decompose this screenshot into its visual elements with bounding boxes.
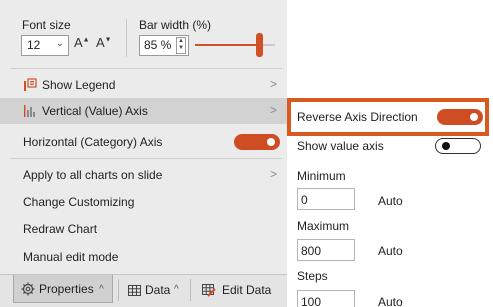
menu-item-show-legend[interactable]: Show Legend > — [0, 72, 287, 98]
grow-font-button[interactable]: A▲ — [74, 35, 90, 50]
tab-label: Edit Data — [222, 283, 272, 297]
menu-item-redraw-chart[interactable]: Redraw Chart — [0, 216, 287, 242]
table-icon — [128, 285, 141, 296]
menu-item-label: Change Customizing — [23, 195, 135, 209]
tab-divider — [190, 279, 191, 301]
steps-input[interactable]: 100 — [297, 290, 355, 307]
bottom-tab-bar: Properties ^ Data ^ Edit Data — [0, 274, 287, 307]
chevron-right-icon: > — [270, 103, 278, 117]
horizontal-axis-toggle[interactable] — [234, 134, 280, 150]
menu-item-label: Horizontal (Category) Axis — [23, 135, 163, 149]
tab-properties[interactable]: Properties ^ — [13, 275, 113, 303]
minimum-label: Minimum — [297, 169, 346, 183]
reverse-axis-highlight — [287, 98, 489, 136]
bar-width-label: Bar width (%) — [139, 18, 212, 32]
menu-item-vertical-axis[interactable]: Vertical (Value) Axis > — [0, 98, 287, 124]
minimum-auto-label: Auto — [378, 194, 403, 208]
menu-item-label: Redraw Chart — [23, 222, 98, 236]
menu-item-label: Vertical (Value) Axis — [42, 104, 148, 118]
maximum-label: Maximum — [297, 219, 350, 233]
minimum-input[interactable]: 0 — [297, 188, 355, 210]
formatting-toolbar: Font size 12 ⌄ A▲ A▼ Bar width (%) 85 % … — [0, 0, 287, 70]
bar-width-slider[interactable] — [195, 44, 275, 46]
show-value-axis-label: Show value axis — [297, 139, 384, 153]
chevron-right-icon: > — [270, 167, 278, 181]
chevron-right-icon: > — [270, 77, 278, 91]
tab-label: Properties — [39, 282, 94, 296]
tab-label: Data — [145, 283, 171, 297]
maximum-input[interactable]: 800 — [297, 239, 355, 261]
tab-data[interactable]: Data ^ — [124, 275, 188, 307]
toolbar-divider — [126, 19, 127, 57]
menu-item-horizontal-axis[interactable]: Horizontal (Category) Axis — [0, 129, 287, 155]
show-value-axis-toggle[interactable] — [435, 138, 481, 154]
bar-width-value: 85 % — [144, 38, 172, 52]
menu-item-label: Apply to all charts on slide — [23, 168, 163, 182]
menu-item-change-customizing[interactable]: Change Customizing — [0, 189, 287, 215]
bar-width-slider-fill — [195, 44, 263, 46]
edit-table-icon — [202, 284, 216, 297]
font-size-label: Font size — [22, 18, 71, 32]
legend-icon — [24, 78, 37, 91]
bar-width-slider-thumb[interactable] — [256, 33, 263, 57]
chevron-up-icon: ^ — [174, 284, 179, 295]
menu-item-manual-edit[interactable]: Manual edit mode — [0, 244, 287, 270]
bar-width-spinner[interactable]: ▲ ▼ — [176, 37, 186, 54]
font-size-value: 12 — [27, 38, 41, 52]
chevron-up-icon: ^ — [99, 284, 104, 295]
chart-properties-menu: Font size 12 ⌄ A▲ A▼ Bar width (%) 85 % … — [0, 0, 287, 307]
tab-edit-data[interactable]: Edit Data — [196, 275, 284, 307]
steps-auto-label: Auto — [378, 295, 403, 307]
menu-item-apply-all[interactable]: Apply to all charts on slide > — [0, 162, 287, 188]
menu-item-label: Show Legend — [42, 78, 116, 92]
bar-width-input[interactable]: 85 % ▲ ▼ — [139, 35, 189, 56]
font-size-select[interactable]: 12 ⌄ — [21, 35, 69, 56]
shrink-font-button[interactable]: A▼ — [96, 35, 112, 50]
menu-divider — [10, 158, 282, 159]
gear-icon — [21, 282, 35, 296]
menu-divider — [10, 68, 282, 69]
tab-divider — [118, 279, 119, 301]
chevron-down-icon: ⌄ — [55, 38, 64, 49]
maximum-auto-label: Auto — [378, 244, 403, 258]
steps-label: Steps — [297, 269, 328, 283]
menu-item-label: Manual edit mode — [23, 250, 119, 264]
vertical-axis-icon — [24, 105, 35, 117]
